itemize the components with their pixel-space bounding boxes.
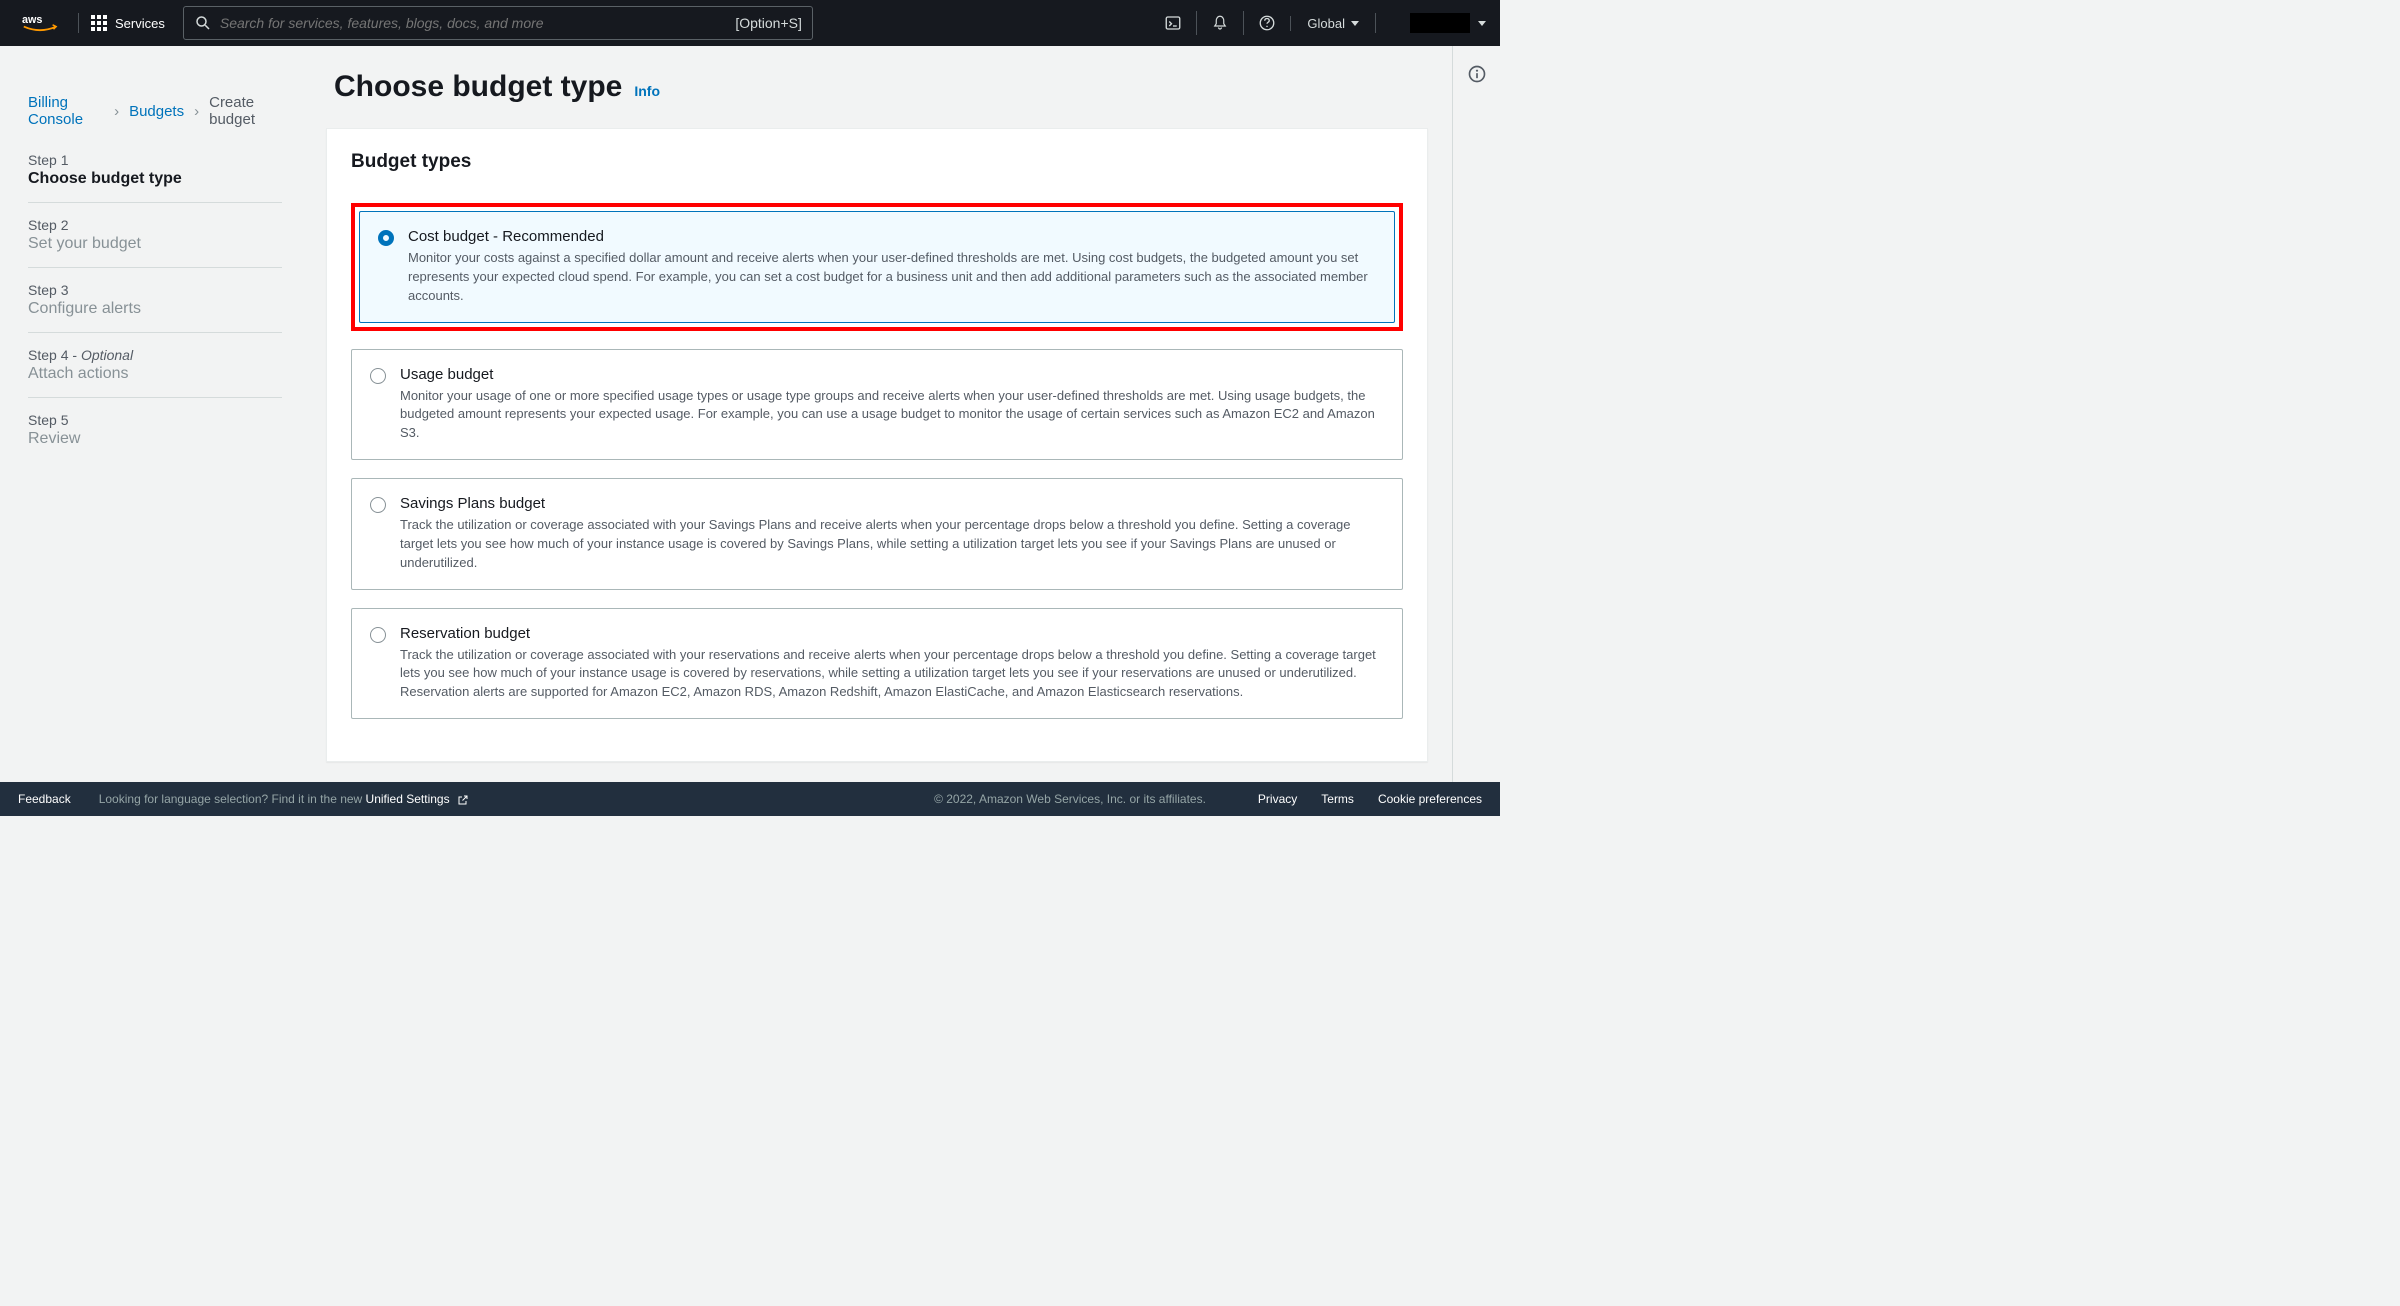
breadcrumb-billing-console[interactable]: Billing Console xyxy=(28,94,104,128)
radio-title: Usage budget xyxy=(400,366,1384,383)
radio-option-savings-plans-budget[interactable]: Savings Plans budget Track the utilizati… xyxy=(351,478,1403,590)
main-content: Choose budget type Info Budget types Cos… xyxy=(310,46,1452,782)
radio-description: Track the utilization or coverage associ… xyxy=(400,646,1384,703)
services-label: Services xyxy=(115,16,165,31)
caret-down-icon xyxy=(1351,21,1359,26)
search-shortcut: [Option+S] xyxy=(735,15,802,31)
radio-title: Cost budget - Recommended xyxy=(408,228,1376,245)
step-5[interactable]: Step 5 Review xyxy=(28,398,282,462)
radio-option-cost-budget[interactable]: Cost budget - Recommended Monitor your c… xyxy=(359,211,1395,323)
radio-title: Reservation budget xyxy=(400,625,1384,642)
feedback-link[interactable]: Feedback xyxy=(18,792,71,806)
step-label: Step 3 xyxy=(28,282,282,298)
terms-link[interactable]: Terms xyxy=(1321,792,1354,806)
step-label: Step 4 - Optional xyxy=(28,347,282,363)
step-name: Attach actions xyxy=(28,365,282,383)
step-1[interactable]: Step 1 Choose budget type xyxy=(28,138,282,202)
cloudshell-icon xyxy=(1164,14,1182,32)
footer: Feedback Looking for language selection?… xyxy=(0,782,1500,816)
account-menu[interactable] xyxy=(1375,13,1486,33)
account-name-redacted xyxy=(1410,13,1470,33)
grid-icon xyxy=(91,15,107,31)
step-2[interactable]: Step 2 Set your budget xyxy=(28,203,282,267)
radio-icon xyxy=(370,368,386,384)
search-box[interactable]: [Option+S] xyxy=(183,6,813,40)
chevron-right-icon: › xyxy=(114,103,119,120)
breadcrumb-current: Create budget xyxy=(209,94,282,128)
card-header: Budget types xyxy=(327,129,1427,195)
step-name: Choose budget type xyxy=(28,170,282,188)
step-4[interactable]: Step 4 - Optional Attach actions xyxy=(28,333,282,397)
step-label: Step 5 xyxy=(28,412,282,428)
help-icon xyxy=(1258,14,1276,32)
copyright-text: © 2022, Amazon Web Services, Inc. or its… xyxy=(934,792,1206,806)
svg-text:aws: aws xyxy=(22,14,42,26)
radio-icon xyxy=(370,497,386,513)
radio-icon xyxy=(370,627,386,643)
radio-description: Track the utilization or coverage associ… xyxy=(400,516,1384,573)
breadcrumb-budgets[interactable]: Budgets xyxy=(129,103,184,120)
nav-divider xyxy=(78,13,79,33)
radio-icon xyxy=(378,230,394,246)
info-link[interactable]: Info xyxy=(634,83,660,99)
info-icon xyxy=(1467,64,1487,84)
info-panel-toggle[interactable] xyxy=(1452,46,1500,782)
privacy-link[interactable]: Privacy xyxy=(1258,792,1297,806)
notifications-button[interactable] xyxy=(1196,11,1243,35)
region-selector[interactable]: Global xyxy=(1290,16,1375,31)
budget-types-card: Budget types Cost budget - Recommended M… xyxy=(326,128,1428,762)
radio-description: Monitor your usage of one or more specif… xyxy=(400,387,1384,444)
chevron-right-icon: › xyxy=(194,103,199,120)
language-hint: Looking for language selection? Find it … xyxy=(99,792,469,806)
step-label: Step 1 xyxy=(28,152,282,168)
unified-settings-link[interactable]: Unified Settings xyxy=(366,792,469,806)
step-name: Set your budget xyxy=(28,235,282,253)
radio-option-usage-budget[interactable]: Usage budget Monitor your usage of one o… xyxy=(351,349,1403,461)
caret-down-icon xyxy=(1478,21,1486,26)
highlight-annotation: Cost budget - Recommended Monitor your c… xyxy=(351,203,1403,331)
step-name: Review xyxy=(28,430,282,448)
cookie-preferences-link[interactable]: Cookie preferences xyxy=(1378,792,1482,806)
services-menu[interactable]: Services xyxy=(91,15,165,31)
wizard-steps-sidebar: Billing Console › Budgets › Create budge… xyxy=(0,46,310,782)
breadcrumb: Billing Console › Budgets › Create budge… xyxy=(28,70,282,138)
external-link-icon xyxy=(457,794,469,806)
step-name: Configure alerts xyxy=(28,300,282,318)
page-title: Choose budget type xyxy=(334,70,622,104)
search-icon xyxy=(194,14,212,32)
step-3[interactable]: Step 3 Configure alerts xyxy=(28,268,282,332)
top-nav: aws Services [Option+S] xyxy=(0,0,1500,46)
help-button[interactable] xyxy=(1243,11,1290,35)
aws-logo[interactable]: aws xyxy=(14,12,66,34)
search-input[interactable] xyxy=(220,15,727,31)
radio-title: Savings Plans budget xyxy=(400,495,1384,512)
bell-icon xyxy=(1211,14,1229,32)
radio-description: Monitor your costs against a specified d… xyxy=(408,249,1376,306)
step-label: Step 2 xyxy=(28,217,282,233)
radio-option-reservation-budget[interactable]: Reservation budget Track the utilization… xyxy=(351,608,1403,720)
region-label: Global xyxy=(1307,16,1345,31)
cloudshell-button[interactable] xyxy=(1150,11,1196,35)
